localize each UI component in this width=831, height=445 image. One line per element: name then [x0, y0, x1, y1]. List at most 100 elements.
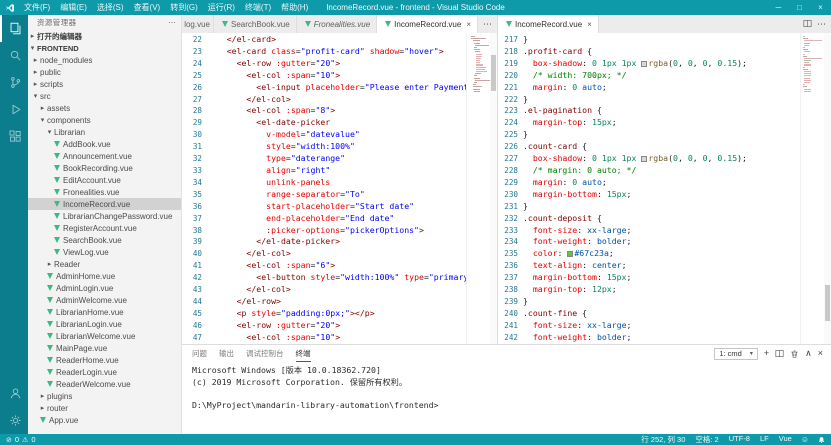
split-terminal-icon[interactable]: [775, 349, 784, 358]
tree-item-plugins[interactable]: ▸plugins: [28, 390, 181, 402]
close-window-button[interactable]: ×: [810, 0, 831, 15]
minimap-left[interactable]: [466, 33, 490, 344]
open-editors-section[interactable]: ▸ 打开的编辑器: [28, 30, 181, 42]
minimize-button[interactable]: ─: [768, 0, 789, 15]
terminal-output[interactable]: Microsoft Windows [版本 10.0.18362.720](c)…: [182, 362, 831, 411]
tree-item-librarianlogin-vue[interactable]: LibrarianLogin.vue: [28, 318, 181, 330]
tree-item-fronealities-vue[interactable]: Fronealities.vue: [28, 186, 181, 198]
tree-item-node-modules[interactable]: ▸node_modules: [28, 54, 181, 66]
code-editor-left[interactable]: </el-card> <el-card class="profit-card" …: [207, 33, 466, 344]
tree-item-editaccount-vue[interactable]: EditAccount.vue: [28, 174, 181, 186]
minimap-line: [804, 71, 811, 72]
status-item-0[interactable]: 行 252, 列 30: [641, 434, 685, 445]
editor-right[interactable]: 2172182192202212222232242252262272282292…: [498, 33, 831, 344]
tree-item-readerhome-vue[interactable]: ReaderHome.vue: [28, 354, 181, 366]
menu-item-5[interactable]: 运行(R): [203, 0, 240, 15]
panel-tab-0[interactable]: 问题: [192, 345, 207, 362]
tree-item-searchbook-vue[interactable]: SearchBook.vue: [28, 234, 181, 246]
maximize-button[interactable]: □: [789, 0, 810, 15]
close-tab-icon[interactable]: ×: [587, 20, 592, 29]
scrollbar-right[interactable]: [824, 33, 831, 344]
tree-item-announcement-vue[interactable]: Announcement.vue: [28, 150, 181, 162]
panel-tab-1[interactable]: 输出: [219, 345, 234, 362]
tree-item-src[interactable]: ▾src: [28, 90, 181, 102]
close-tab-icon[interactable]: ×: [466, 20, 471, 29]
menu-item-0[interactable]: 文件(F): [19, 0, 55, 15]
menu-item-4[interactable]: 转到(G): [165, 0, 203, 15]
tree-item-librarianhome-vue[interactable]: LibrarianHome.vue: [28, 306, 181, 318]
split-editor-icon[interactable]: [803, 19, 812, 30]
settings-gear-icon[interactable]: [0, 407, 28, 434]
run-debug-icon[interactable]: [0, 96, 28, 123]
tree-item-label: LibrarianHome.vue: [56, 308, 124, 317]
line-number: 239: [498, 296, 518, 308]
tab-incomerecord-vue[interactable]: IncomeRecord.vue×: [498, 15, 599, 33]
scrollbar-left[interactable]: [490, 33, 497, 344]
tree-item-librarianwelcome-vue[interactable]: LibrarianWelcome.vue: [28, 330, 181, 342]
editor-more-actions-icon[interactable]: ⋯: [817, 19, 826, 30]
tree-item-scripts[interactable]: ▸scripts: [28, 78, 181, 90]
tab-incomerecord-vue[interactable]: IncomeRecord.vue×: [377, 15, 478, 33]
minimap-line: [476, 62, 480, 63]
menu-item-7[interactable]: 帮助(H): [276, 0, 313, 15]
panel-tab-3[interactable]: 终端: [296, 345, 311, 362]
frontend-section[interactable]: ▾ FRONTEND: [28, 42, 181, 54]
sidebar-more-actions-icon[interactable]: ⋯: [168, 18, 176, 27]
menu-item-2[interactable]: 选择(S): [92, 0, 129, 15]
scroll-thumb-left[interactable]: [491, 55, 496, 91]
extensions-icon[interactable]: [0, 123, 28, 150]
tree-item-librarianchangepassword-vue[interactable]: LibrarianChangePassword.vue: [28, 210, 181, 222]
feedback-smiley-icon[interactable]: ☺: [801, 435, 809, 444]
minimap-line: [475, 45, 489, 46]
status-item-1[interactable]: 空格: 2: [695, 434, 718, 445]
menu-item-3[interactable]: 查看(V): [129, 0, 166, 15]
maximize-panel-icon[interactable]: ∧: [805, 349, 812, 358]
minimap-right[interactable]: [800, 33, 824, 344]
tree-item-mainpage-vue[interactable]: MainPage.vue: [28, 342, 181, 354]
close-panel-icon[interactable]: ×: [818, 349, 823, 358]
dropdown-caret-icon: ▾: [750, 350, 753, 357]
tree-item-reader[interactable]: ▸Reader: [28, 258, 181, 270]
scroll-thumb-right[interactable]: [825, 285, 830, 321]
tree-item-assets[interactable]: ▸assets: [28, 102, 181, 114]
editor-more-actions-icon[interactable]: ⋯: [483, 19, 492, 30]
panel-tab-2[interactable]: 调试控制台: [246, 345, 284, 362]
menu-item-6[interactable]: 终端(T): [240, 0, 276, 15]
search-icon[interactable]: [0, 42, 28, 69]
tab-log-vue[interactable]: log.vue: [182, 15, 214, 33]
account-icon[interactable]: [0, 380, 28, 407]
status-item-2[interactable]: UTF-8: [729, 434, 750, 445]
minimap-line: [803, 84, 805, 85]
tree-item-viewlog-vue[interactable]: ViewLog.vue: [28, 246, 181, 258]
tree-item-bookrecording-vue[interactable]: BookRecording.vue: [28, 162, 181, 174]
tree-item-components[interactable]: ▾components: [28, 114, 181, 126]
code-editor-right[interactable]: }.profit-card { box-shadow: 0 1px 1px rg…: [523, 33, 800, 344]
menu-item-1[interactable]: 编辑(E): [55, 0, 92, 15]
new-terminal-icon[interactable]: +: [764, 349, 769, 358]
tree-item-adminlogin-vue[interactable]: AdminLogin.vue: [28, 282, 181, 294]
code-line: </el-col>: [207, 284, 466, 296]
tree-item-addbook-vue[interactable]: AddBook.vue: [28, 138, 181, 150]
source-control-icon[interactable]: [0, 69, 28, 96]
tree-item-readerlogin-vue[interactable]: ReaderLogin.vue: [28, 366, 181, 378]
problems-status[interactable]: ⊘ 0 ⚠ 0: [6, 435, 36, 444]
minimap-line: [804, 51, 810, 52]
tree-item-adminwelcome-vue[interactable]: AdminWelcome.vue: [28, 294, 181, 306]
tree-item-app-vue[interactable]: App.vue: [28, 414, 181, 426]
notifications-bell-icon[interactable]: [818, 436, 825, 444]
tree-item-incomerecord-vue[interactable]: IncomeRecord.vue: [28, 198, 181, 210]
tree-item-readerwelcome-vue[interactable]: ReaderWelcome.vue: [28, 378, 181, 390]
status-item-3[interactable]: LF: [760, 434, 769, 445]
tree-item-public[interactable]: ▸public: [28, 66, 181, 78]
editor-left[interactable]: 2223242526272829303132333435363738394041…: [182, 33, 497, 344]
tree-item-adminhome-vue[interactable]: AdminHome.vue: [28, 270, 181, 282]
tab-searchbook-vue[interactable]: SearchBook.vue: [214, 15, 297, 33]
tree-item-router[interactable]: ▸router: [28, 402, 181, 414]
tree-item-registeraccount-vue[interactable]: RegisterAccount.vue: [28, 222, 181, 234]
status-item-4[interactable]: Vue: [779, 434, 792, 445]
terminal-select[interactable]: 1: cmd ▾: [714, 348, 758, 360]
kill-terminal-trash-icon[interactable]: [790, 349, 799, 359]
tree-item-librarian[interactable]: ▾Librarian: [28, 126, 181, 138]
tab-fronealities-vue[interactable]: Fronealities.vue: [297, 15, 377, 33]
explorer-icon[interactable]: [0, 15, 28, 42]
